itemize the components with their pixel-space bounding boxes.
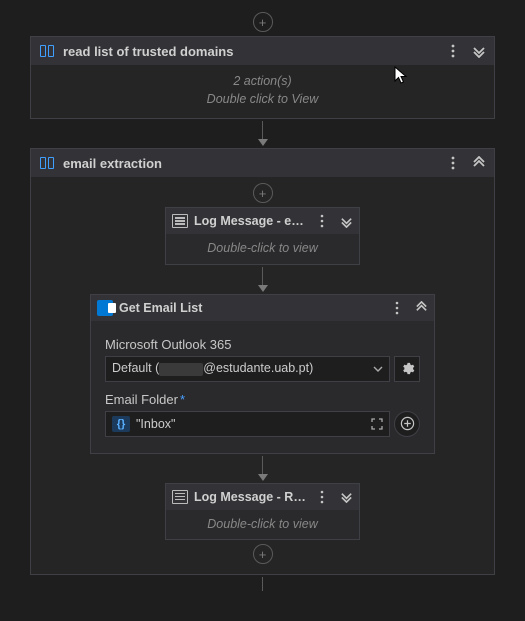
- account-dropdown[interactable]: Default (@estudante.uab.pt): [105, 356, 390, 382]
- required-star: *: [180, 392, 185, 407]
- flow-arrow: [30, 577, 495, 591]
- plus-icon: +: [259, 16, 267, 29]
- add-activity-inner-bottom[interactable]: +: [253, 544, 273, 564]
- activity-header: Get Email List: [91, 295, 434, 321]
- log-icon: [172, 214, 188, 228]
- add-value-button[interactable]: [394, 411, 420, 437]
- block-header: read list of trusted domains: [31, 37, 494, 65]
- expand-icon[interactable]: [371, 418, 383, 430]
- sequence-email-extraction[interactable]: email extraction + Log Message - extr…: [30, 148, 495, 575]
- block-title: email extraction: [63, 156, 436, 171]
- activity-get-email-list[interactable]: Get Email List Microsoft Outlook 365 Def…: [90, 294, 435, 454]
- plus-icon: +: [259, 187, 267, 200]
- expand-toggle[interactable]: [337, 488, 355, 506]
- activity-log-message-1[interactable]: Log Message - extr… Double-click to view: [165, 207, 360, 265]
- kebab-menu[interactable]: [444, 154, 462, 172]
- account-value: Default (@estudante.uab.pt): [112, 361, 367, 375]
- outlook-icon: [97, 300, 113, 316]
- collapse-toggle[interactable]: [412, 299, 430, 317]
- activity-header: Log Message - extr…: [166, 208, 359, 234]
- double-click-hint: Double click to View: [41, 91, 484, 109]
- folder-value: "Inbox": [136, 417, 365, 431]
- sequence-trusted-domains[interactable]: read list of trusted domains 2 action(s)…: [30, 36, 495, 119]
- expand-toggle[interactable]: [337, 212, 355, 230]
- account-label: Microsoft Outlook 365: [105, 337, 420, 352]
- kebab-menu[interactable]: [313, 488, 331, 506]
- flow-arrow: [30, 121, 495, 146]
- activity-form: Microsoft Outlook 365 Default (@estudant…: [91, 321, 434, 453]
- block-body: 2 action(s) Double click to View: [31, 65, 494, 118]
- expression-chip: {}: [112, 416, 130, 432]
- activity-title: Log Message - Rep…: [194, 490, 307, 504]
- activity-title: Log Message - extr…: [194, 214, 307, 228]
- sequence-icon: [39, 44, 55, 58]
- chevron-down-icon: [373, 364, 383, 374]
- block-body: + Log Message - extr… Double-click to vi…: [31, 177, 494, 574]
- gear-icon: [400, 361, 415, 376]
- flow-arrow: [37, 456, 488, 481]
- folder-input[interactable]: {} "Inbox": [105, 411, 390, 437]
- sequence-icon: [39, 156, 55, 170]
- flow-arrow: [37, 267, 488, 292]
- double-click-hint: Double-click to view: [174, 240, 351, 258]
- activity-header: Log Message - Rep…: [166, 484, 359, 510]
- block-title: read list of trusted domains: [63, 44, 436, 59]
- redacted-chip: [159, 363, 203, 376]
- plus-icon: +: [259, 548, 267, 561]
- add-activity-top[interactable]: +: [253, 12, 273, 32]
- settings-button[interactable]: [394, 356, 420, 382]
- log-icon: [172, 490, 188, 504]
- activity-log-message-2[interactable]: Log Message - Rep… Double-click to view: [165, 483, 360, 541]
- action-count-label: 2 action(s): [41, 73, 484, 91]
- kebab-menu[interactable]: [313, 212, 331, 230]
- kebab-menu[interactable]: [388, 299, 406, 317]
- plus-circle-icon: [400, 416, 415, 431]
- collapse-toggle[interactable]: [470, 154, 488, 172]
- add-activity-inner-top[interactable]: +: [253, 183, 273, 203]
- folder-label: Email Folder*: [105, 392, 420, 407]
- activity-title: Get Email List: [119, 301, 382, 315]
- block-header: email extraction: [31, 149, 494, 177]
- kebab-menu[interactable]: [444, 42, 462, 60]
- double-click-hint: Double-click to view: [174, 516, 351, 534]
- expand-toggle[interactable]: [470, 42, 488, 60]
